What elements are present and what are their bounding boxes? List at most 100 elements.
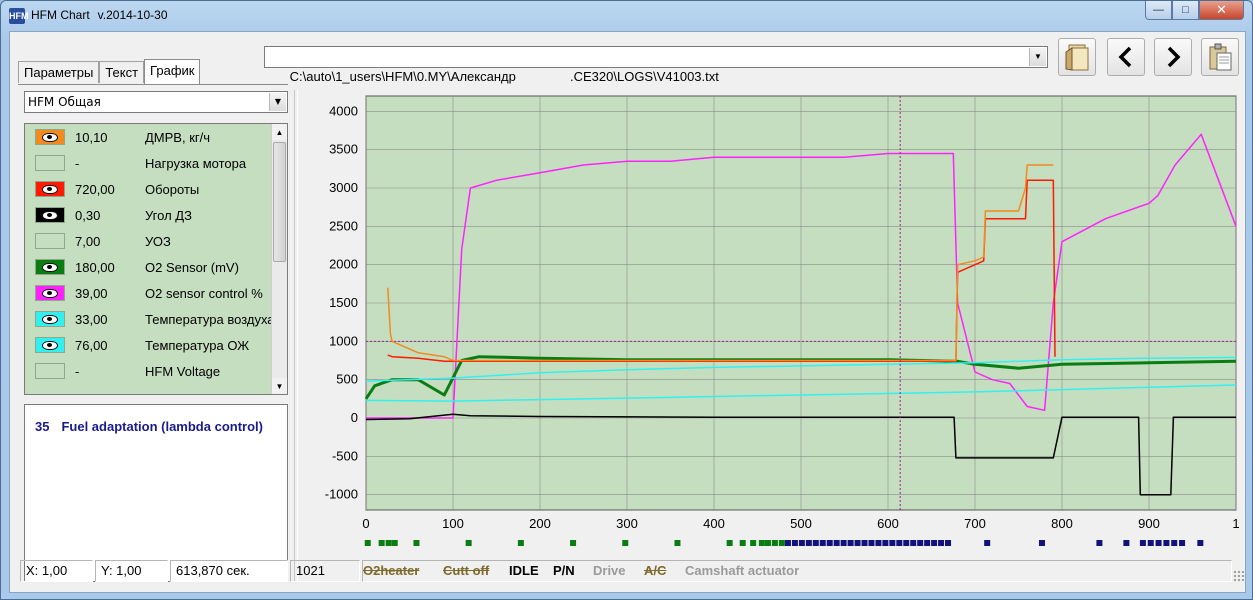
channel-name: O2 Sensor (mV) [145, 260, 239, 275]
maximize-button[interactable]: □ [1172, 1, 1199, 20]
status-x: X: 1,00 [20, 560, 93, 582]
status-strip-mark [364, 540, 371, 546]
channel-value: 76,00 [75, 338, 108, 353]
channel-row[interactable]: 76,00 Температура ОЖ [25, 332, 273, 358]
tab-text[interactable]: Текст [99, 61, 145, 83]
channel-name: Температура воздуха [145, 312, 273, 327]
channel-name: O2 sensor control % [145, 286, 263, 301]
channel-name: Обороты [145, 182, 200, 197]
channel-row[interactable]: - Нагрузка мотора [25, 150, 273, 176]
scroll-up-icon[interactable]: ▲ [272, 124, 287, 140]
channel-color-toggle[interactable] [35, 181, 65, 197]
status-time: 613,870 сек. [170, 560, 288, 582]
channel-row[interactable]: 7,00 УОЗ [25, 228, 273, 254]
minimize-icon: — [1153, 4, 1164, 16]
eye-icon [42, 210, 58, 220]
channel-row[interactable]: 720,00 Обороты [25, 176, 273, 202]
channel-value: 33,00 [75, 312, 108, 327]
app-icon: HFM [9, 8, 29, 24]
y-tick-label: 1000 [329, 333, 358, 348]
channel-list: 10,10 ДМРВ, кг/ч - Нагрузка мотора 720,00 Обо… [24, 123, 288, 395]
channel-name: ДМРВ, кг/ч [145, 130, 211, 145]
status-strip-mark [1038, 540, 1045, 546]
status-bar: X: 1,00 Y: 1,00 613,870 сек. 1021 O2heat… [10, 560, 1247, 584]
clipboard-icon [1209, 43, 1232, 71]
x-tick-label: 600 [877, 516, 899, 531]
log-chart[interactable]: 4000 3500 3000 2500 2000 1500 1000 500 0 -500 -100… [300, 90, 1240, 562]
chart-svg[interactable]: 40003500300025002000150010005000-500-100… [300, 90, 1240, 562]
flag-drive: Drive [593, 563, 626, 578]
status-strip-mark [570, 540, 577, 546]
maximize-icon: □ [1182, 4, 1189, 16]
channel-color-toggle[interactable] [35, 259, 65, 275]
y-tick-label: 4000 [329, 103, 358, 118]
channel-row[interactable]: 39,00 O2 sensor control % [25, 280, 273, 306]
preset-select[interactable]: HFM Общая ▼ [24, 91, 288, 113]
next-file-button[interactable] [1154, 38, 1192, 76]
channel-color-toggle[interactable] [35, 311, 65, 327]
status-strip-mark [896, 540, 903, 546]
channel-row[interactable]: - HFM Voltage [25, 358, 273, 384]
copy-button[interactable] [1201, 38, 1239, 76]
channel-list-scrollbar[interactable]: ▲ ▼ [271, 124, 287, 394]
status-strip-mark [1163, 540, 1170, 546]
channel-color-toggle[interactable] [35, 337, 65, 353]
channel-row[interactable]: 180,00 O2 Sensor (mV) [25, 254, 273, 280]
status-count: 1021 [290, 560, 360, 582]
status-strip-mark [868, 540, 875, 546]
eye-icon [42, 132, 58, 142]
resize-grip[interactable] [1233, 570, 1245, 582]
folder-icon [1065, 44, 1089, 71]
file-path-select[interactable]: C:\auto\1_users\HFM\0.MY\Александр .CE32… [264, 46, 1048, 84]
status-strip-mark [819, 540, 826, 546]
status-strip-mark [517, 540, 524, 546]
status-strip-mark [984, 540, 991, 546]
status-strip-mark [674, 540, 681, 546]
y-tick-label: -1000 [325, 487, 358, 502]
parameter-number: 35 [35, 419, 50, 434]
y-tick-label: 500 [336, 372, 358, 387]
channel-row[interactable]: 0,30 Угол ДЗ [25, 202, 273, 228]
status-strip-mark [833, 540, 840, 546]
status-strip-mark [726, 540, 733, 546]
channel-color-toggle[interactable] [35, 233, 65, 249]
minimize-button[interactable]: — [1145, 1, 1172, 20]
channel-color-toggle[interactable] [35, 129, 65, 145]
channel-name: HFM Voltage [145, 364, 221, 379]
scroll-thumb[interactable] [273, 142, 286, 262]
status-strip-mark [826, 540, 833, 546]
preset-value: HFM Общая [28, 95, 101, 109]
y-tick-label: 2500 [329, 218, 358, 233]
y-tick-label: 3000 [329, 180, 358, 195]
status-strip-mark [413, 540, 420, 546]
channel-color-toggle[interactable] [35, 363, 65, 379]
open-log-button[interactable] [1058, 38, 1096, 76]
eye-icon [42, 314, 58, 324]
tab-chart[interactable]: График [144, 59, 201, 84]
status-strip-mark [758, 540, 765, 546]
channel-color-toggle[interactable] [35, 285, 65, 301]
parameter-info-line: 35 Fuel adaptation (lambda control) [35, 419, 285, 434]
x-tick-label: 900 [1138, 516, 1160, 531]
panel-splitter[interactable] [294, 90, 298, 582]
prev-file-button[interactable] [1107, 38, 1145, 76]
chevron-down-icon[interactable]: ▼ [269, 93, 286, 111]
chevron-down-icon[interactable]: ▼ [1029, 48, 1046, 66]
flag-pn: P/N [553, 563, 575, 578]
channel-color-toggle[interactable] [35, 207, 65, 223]
scroll-down-icon[interactable]: ▼ [272, 378, 287, 394]
status-strip-mark [739, 540, 746, 546]
channel-row[interactable]: 10,10 ДМРВ, кг/ч [25, 124, 273, 150]
status-strip-mark [1171, 540, 1178, 546]
app-window: HFM HFM Chart v.2014-10-30 — □ ✕ C:\auto\… [0, 0, 1253, 600]
x-tick-label: 200 [529, 516, 551, 531]
channel-color-toggle[interactable] [35, 155, 65, 171]
channel-row[interactable]: 33,00 Температура воздуха [25, 306, 273, 332]
tab-parameters[interactable]: Параметры [18, 61, 100, 83]
status-strip-mark [391, 540, 398, 546]
window-controls: — □ ✕ [1145, 1, 1244, 20]
status-strip-mark [903, 540, 910, 546]
status-strip-mark [847, 540, 854, 546]
close-button[interactable]: ✕ [1199, 1, 1244, 20]
eye-icon [42, 262, 58, 272]
